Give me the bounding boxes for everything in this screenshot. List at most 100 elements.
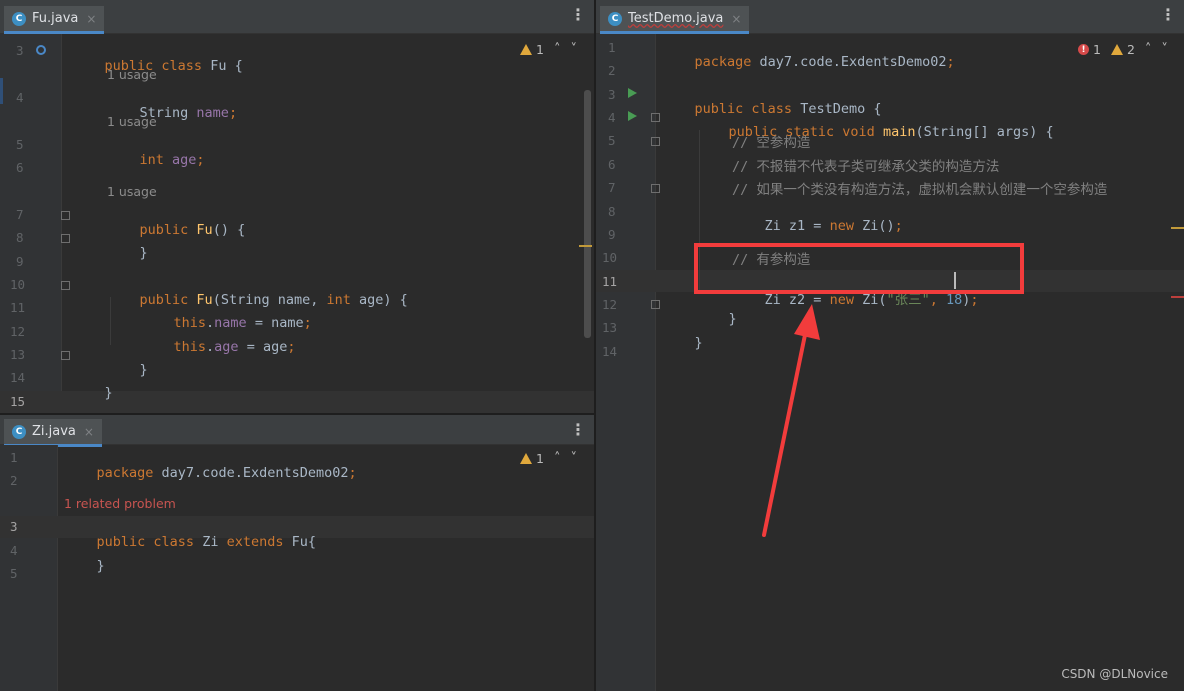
chevron-down-icon[interactable]: ˅	[570, 451, 577, 466]
line-number: 6	[16, 160, 24, 175]
code-comment[interactable]: // 空参构造	[732, 131, 810, 151]
line-number: 5	[10, 566, 18, 581]
code-line[interactable]: int age;	[107, 136, 205, 184]
line-number: 2	[10, 473, 18, 488]
tab-label: Fu.java	[32, 11, 79, 26]
java-class-icon: C	[12, 11, 26, 26]
code-line[interactable]: }	[662, 319, 703, 367]
usage-hint[interactable]: 1 usage	[107, 114, 157, 129]
zi-editor-pane: C Zi.java × ⋮ 1 2 3 4 5 1 ˄ ˅ package da…	[0, 415, 594, 691]
line-number: 7	[16, 207, 24, 222]
code-line[interactable]: public class Fu {	[72, 42, 243, 90]
fold-icon[interactable]	[61, 211, 70, 220]
code-line[interactable]: }	[107, 229, 148, 277]
line-number: 4	[608, 110, 616, 125]
watermark: CSDN @DLNovice	[1061, 667, 1168, 681]
usage-hint[interactable]: 1 usage	[107, 67, 157, 82]
run-icon[interactable]	[628, 111, 637, 121]
inspection-widget[interactable]: 1 ˄ ˅	[520, 42, 577, 57]
line-number: 2	[608, 63, 616, 78]
zi-tab-bar: C Zi.java × ⋮	[0, 415, 594, 447]
line-number: 3	[608, 87, 616, 102]
warning-stripe-mark[interactable]	[1171, 227, 1184, 229]
fold-icon[interactable]	[651, 113, 660, 122]
line-number: 14	[602, 344, 618, 359]
code-line[interactable]: }	[64, 542, 105, 590]
line-number: 1	[608, 40, 616, 55]
testdemo-tab-bar: C TestDemo.java × ⋮	[596, 0, 1184, 34]
fu-editor-pane: C Fu.java × ⋮ 3 4 5 6 7 8 9 10 11 12 13 …	[0, 0, 594, 413]
error-stripe-mark[interactable]	[1171, 296, 1184, 298]
code-line[interactable]: }	[72, 369, 113, 413]
chevron-up-icon[interactable]: ˄	[1145, 42, 1152, 57]
line-number: 8	[608, 204, 616, 219]
line-number: 5	[16, 137, 24, 152]
line-number: 3	[10, 519, 18, 534]
fold-icon[interactable]	[61, 281, 70, 290]
tab-label: Zi.java	[32, 424, 76, 439]
more-options-icon[interactable]: ⋮	[570, 7, 586, 23]
annotation-arrow-head	[794, 304, 820, 340]
usage-hint[interactable]: 1 usage	[107, 184, 157, 199]
code-line[interactable]: this.age = age;	[141, 323, 296, 371]
close-icon[interactable]: ×	[731, 12, 741, 26]
line-number: 12	[602, 297, 618, 312]
fold-icon[interactable]	[651, 300, 660, 309]
warning-count: 1	[536, 42, 544, 57]
vertical-scrollbar[interactable]	[584, 90, 591, 338]
code-line[interactable]: String name;	[107, 89, 238, 137]
line-number: 5	[608, 133, 616, 148]
implemented-icon[interactable]	[36, 45, 46, 55]
line-number: 9	[608, 227, 616, 242]
more-options-icon[interactable]: ⋮	[570, 422, 586, 438]
more-options-icon[interactable]: ⋮	[1160, 7, 1176, 23]
fold-icon[interactable]	[61, 351, 70, 360]
fold-icon[interactable]	[651, 137, 660, 146]
annotation-highlight-box	[694, 243, 1024, 294]
vcs-change-marker	[0, 78, 3, 104]
warning-count: 1	[536, 451, 544, 466]
code-comment[interactable]: // 如果一个类没有构造方法，虚拟机会默认创建一个空参构造	[732, 178, 1107, 198]
testdemo-editor-pane: C TestDemo.java × ⋮ 1 2 3 4 5 6 7 8 9 10…	[596, 0, 1184, 691]
inspection-widget[interactable]: 1 ˄ ˅	[520, 451, 577, 466]
tab-zi-java[interactable]: C Zi.java ×	[4, 419, 102, 447]
line-number: 14	[10, 370, 26, 385]
related-problem-hint[interactable]: 1 related problem	[64, 496, 176, 511]
tab-fu-java[interactable]: C Fu.java ×	[4, 6, 105, 34]
error-count: 1	[1093, 42, 1101, 57]
inspection-widget[interactable]: ! 1 2 ˄ ˅	[1078, 42, 1168, 57]
fold-icon[interactable]	[61, 234, 70, 243]
fu-tab-bar: C Fu.java × ⋮	[0, 0, 594, 34]
warning-icon	[1110, 44, 1123, 55]
code-line[interactable]: }	[107, 346, 148, 394]
close-icon[interactable]: ×	[86, 12, 96, 26]
close-icon[interactable]: ×	[84, 425, 94, 439]
code-line[interactable]: package day7.code.ExdentsDemo02;	[662, 38, 955, 86]
zi-gutter	[0, 445, 58, 691]
run-icon[interactable]	[628, 88, 637, 98]
warning-count: 2	[1126, 42, 1135, 57]
line-number: 8	[16, 230, 24, 245]
fold-icon[interactable]	[651, 184, 660, 193]
chevron-up-icon[interactable]: ˄	[554, 451, 561, 466]
line-number: 11	[10, 300, 26, 315]
line-number: 9	[16, 254, 24, 269]
line-number: 12	[10, 324, 26, 339]
line-number: 10	[10, 277, 26, 292]
chevron-down-icon[interactable]: ˅	[570, 42, 577, 57]
line-number: 13	[602, 320, 618, 335]
chevron-up-icon[interactable]: ˄	[554, 42, 561, 57]
chevron-down-icon[interactable]: ˅	[1161, 42, 1168, 57]
annotation-arrow	[762, 304, 820, 537]
line-number: 13	[10, 347, 26, 362]
line-number: 10	[602, 250, 618, 265]
line-number: 15	[10, 394, 26, 409]
code-comment[interactable]: // 不报错不代表子类可继承父类的构造方法	[732, 155, 999, 175]
tab-testdemo-java[interactable]: C TestDemo.java ×	[600, 6, 750, 34]
warning-stripe-mark[interactable]	[579, 245, 592, 247]
line-number: 11	[602, 274, 618, 289]
java-class-icon: C	[12, 424, 26, 439]
code-line[interactable]: package day7.code.ExdentsDemo02;	[64, 449, 357, 497]
indent-guide	[110, 297, 111, 345]
error-icon: !	[1078, 44, 1089, 55]
